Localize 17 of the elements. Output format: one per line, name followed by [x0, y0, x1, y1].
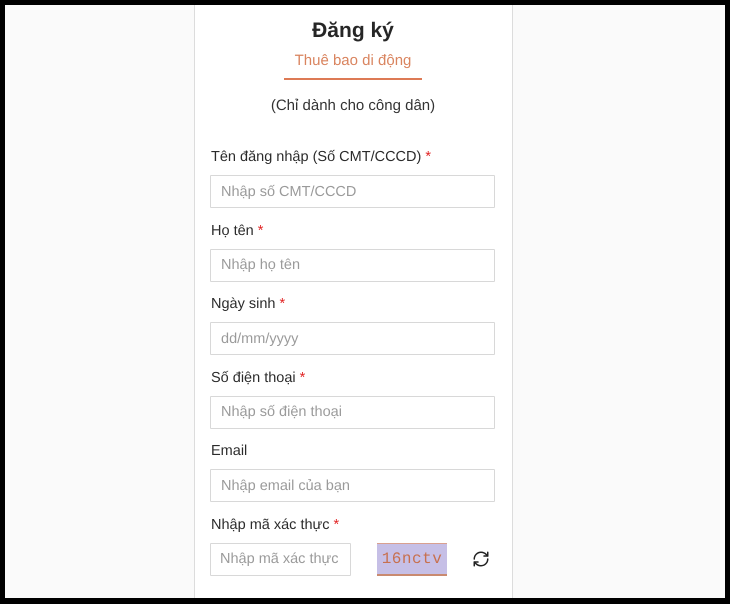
field-label: Nhập mã xác thực * — [210, 516, 340, 534]
input-field[interactable]: Nhập số CMT/CCCD — [210, 175, 495, 208]
field-label: Số điện thoại * — [210, 368, 306, 388]
tab[interactable]: Thuê bao di động — [284, 51, 422, 80]
input-field[interactable]: Nhập số điện thoại — [210, 396, 495, 428]
input-field[interactable]: Nhập họ tên — [210, 248, 495, 282]
note-text: (Chỉ dành cho công dân) — [270, 96, 436, 116]
field-label: Tên đăng nhập (Số CMT/CCCD) * — [210, 148, 431, 167]
captcha-image: 16nctv — [377, 542, 447, 576]
captcha-input-field[interactable]: Nhập mã xác thực — [210, 542, 351, 576]
field-label: Email — [210, 442, 248, 461]
field-label: Ngày sinh * — [210, 295, 286, 314]
input-field[interactable]: dd/mm/yyyy — [210, 322, 495, 355]
page-title: Đăng ký — [312, 18, 394, 44]
input-field[interactable]: Nhập email của bạn — [210, 469, 495, 502]
field-label: Họ tên * — [210, 222, 264, 240]
refresh-icon[interactable] — [471, 549, 491, 569]
